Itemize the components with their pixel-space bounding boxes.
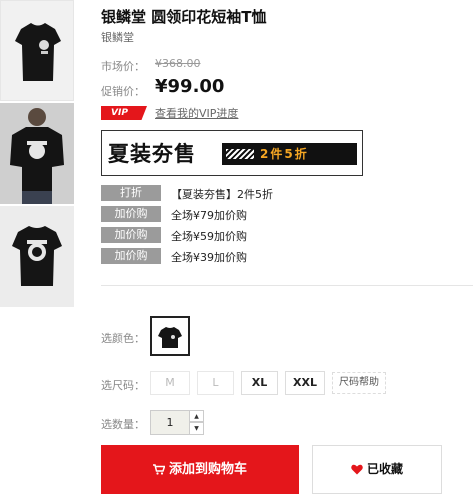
vip-progress-link[interactable]: 查看我的VIP进度 (155, 105, 238, 121)
size-option-l[interactable]: L (197, 371, 234, 395)
tshirt-back-image (12, 226, 62, 286)
thumbnail-back[interactable] (0, 206, 74, 307)
favorite-label: 已收藏 (366, 462, 403, 476)
divider (101, 285, 473, 286)
size-option-xl[interactable]: XL (241, 371, 278, 395)
thumbnail-front[interactable] (0, 0, 74, 101)
promo-text: 全场¥59加价购 (171, 230, 247, 243)
promo-tag: 加价购 (101, 248, 161, 264)
qty-increase-button[interactable]: ▲ (190, 410, 204, 422)
model-back-image (0, 103, 74, 204)
qty-decrease-button[interactable]: ▼ (190, 422, 204, 435)
tshirt-front-image (15, 23, 61, 81)
size-option-m[interactable]: M (150, 371, 190, 395)
promo-banner[interactable]: 夏装夯售 2件5折 (101, 130, 363, 176)
promo-row: 加价购 全场¥59加价购 (101, 227, 441, 243)
size-option-xxl[interactable]: XXL (285, 371, 325, 395)
banner-highlight: 2件5折 (260, 147, 309, 161)
market-price-label: 市场价： (101, 60, 145, 73)
promo-text: 【夏装夯售】2件5折 (171, 188, 273, 201)
promo-row: 打折 【夏装夯售】2件5折 (101, 185, 441, 201)
color-label: 选颜色： (101, 332, 145, 345)
favorite-button[interactable]: 已收藏 (312, 445, 442, 494)
vip-badge: VIP (101, 106, 147, 120)
banner-title: 夏装夯售 (108, 142, 196, 166)
promo-tag: 打折 (101, 185, 161, 201)
qty-label: 选数量： (101, 418, 145, 431)
add-to-cart-label: 添加到购物车 (168, 462, 247, 477)
product-title: 银鳞堂 圆领印花短袖T恤 (101, 8, 267, 26)
thumbnail-model-back[interactable] (0, 103, 74, 204)
product-brand: 银鳞堂 (101, 31, 134, 44)
sale-price-label: 促销价： (101, 85, 145, 98)
heart-icon (351, 464, 363, 475)
color-swatch-black[interactable] (150, 316, 190, 356)
promo-text: 全场¥79加价购 (171, 209, 247, 222)
add-to-cart-button[interactable]: 添加到购物车 (101, 445, 299, 494)
promo-tag: 加价购 (101, 227, 161, 243)
promo-tag: 加价购 (101, 206, 161, 222)
size-help-button[interactable]: 尺码帮助 (332, 372, 386, 394)
promo-text: 全场¥39加价购 (171, 251, 247, 264)
qty-input[interactable]: 1 (150, 410, 190, 435)
banner-stripes-decoration (226, 149, 254, 159)
promo-row: 加价购 全场¥39加价购 (101, 248, 441, 264)
tshirt-swatch-icon (158, 327, 182, 348)
sale-price: ¥99.00 (155, 76, 225, 97)
banner-strip: 2件5折 (222, 143, 357, 165)
size-label: 选尺码： (101, 379, 145, 392)
promo-row: 加价购 全场¥79加价购 (101, 206, 441, 222)
market-price: ¥368.00 (155, 57, 201, 70)
cart-icon (152, 464, 165, 475)
thumbnail-list (0, 0, 76, 309)
